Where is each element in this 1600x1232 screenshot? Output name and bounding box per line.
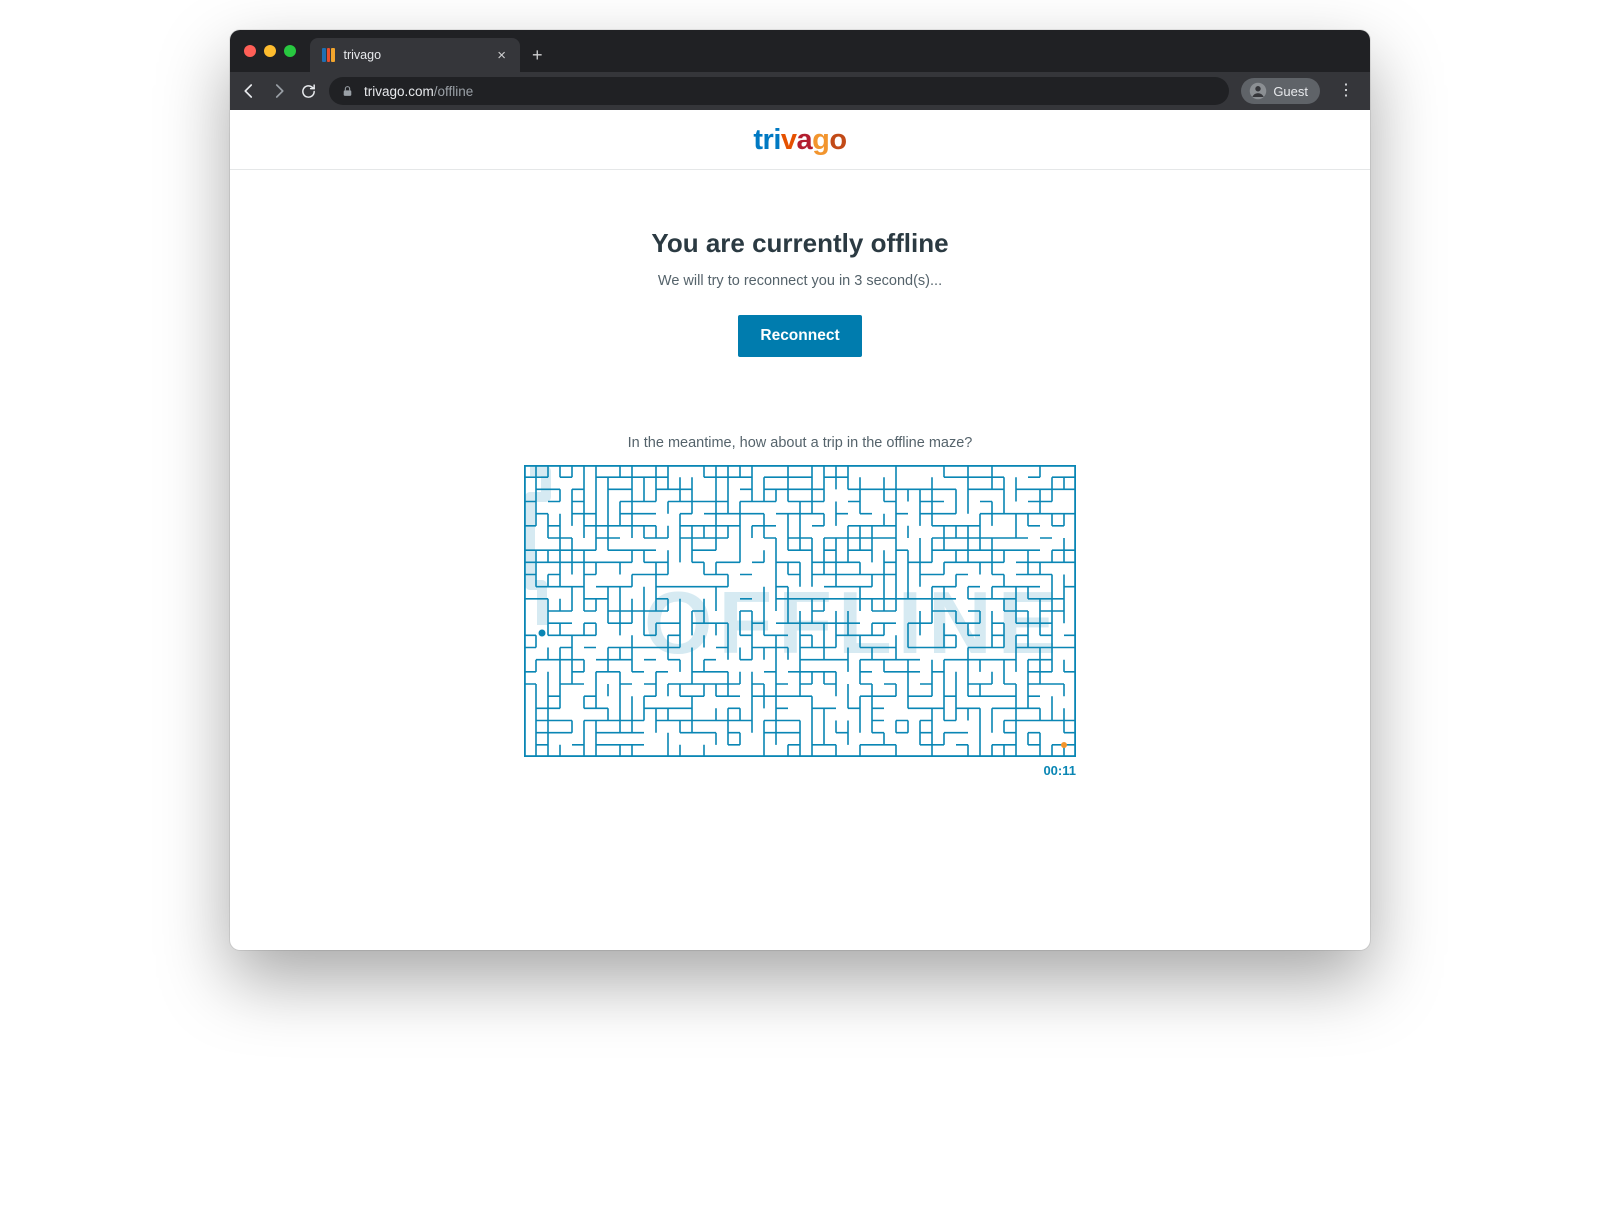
- tab-strip: trivago × +: [230, 30, 1370, 72]
- menu-icon[interactable]: ⋮: [1332, 83, 1360, 99]
- lock-icon: [341, 85, 354, 98]
- maze-prompt: In the meantime, how about a trip in the…: [628, 435, 973, 451]
- maze-game[interactable]: OFFLINE: [524, 465, 1076, 757]
- person-icon: [1249, 82, 1267, 100]
- address-bar[interactable]: trivago.com/offline: [329, 77, 1229, 105]
- offline-subtext: We will try to reconnect you in 3 second…: [658, 273, 942, 289]
- browser-toolbar: trivago.com/offline Guest ⋮: [230, 72, 1370, 110]
- forward-icon[interactable]: [270, 82, 288, 100]
- maze-timer: 00:11: [524, 763, 1076, 778]
- trivago-logo: trivago: [753, 124, 846, 157]
- back-icon[interactable]: [240, 82, 258, 100]
- maze-player-icon: [539, 630, 546, 637]
- maze-goal-icon: [1061, 742, 1067, 748]
- url-text: trivago.com/offline: [364, 84, 473, 99]
- maze-container: OFFLINE 00:11: [524, 465, 1076, 778]
- page-content: trivago You are currently offline We wil…: [230, 110, 1370, 950]
- offline-content: You are currently offline We will try to…: [230, 170, 1370, 778]
- close-window-icon[interactable]: [244, 45, 256, 57]
- maximize-window-icon[interactable]: [284, 45, 296, 57]
- profile-label: Guest: [1273, 84, 1308, 99]
- favicon-icon: [322, 48, 336, 62]
- tab-title: trivago: [344, 48, 382, 62]
- new-tab-button[interactable]: +: [520, 38, 555, 72]
- minimize-window-icon[interactable]: [264, 45, 276, 57]
- reload-icon[interactable]: [300, 83, 317, 100]
- browser-window: trivago × + trivago.com/offline Guest ⋮: [230, 30, 1370, 950]
- browser-tab[interactable]: trivago ×: [310, 38, 520, 72]
- reconnect-button[interactable]: Reconnect: [738, 315, 861, 357]
- profile-badge[interactable]: Guest: [1241, 78, 1320, 104]
- brand-header: trivago: [230, 110, 1370, 170]
- window-controls: [238, 30, 310, 72]
- offline-heading: You are currently offline: [651, 228, 948, 259]
- close-tab-icon[interactable]: ×: [497, 48, 506, 63]
